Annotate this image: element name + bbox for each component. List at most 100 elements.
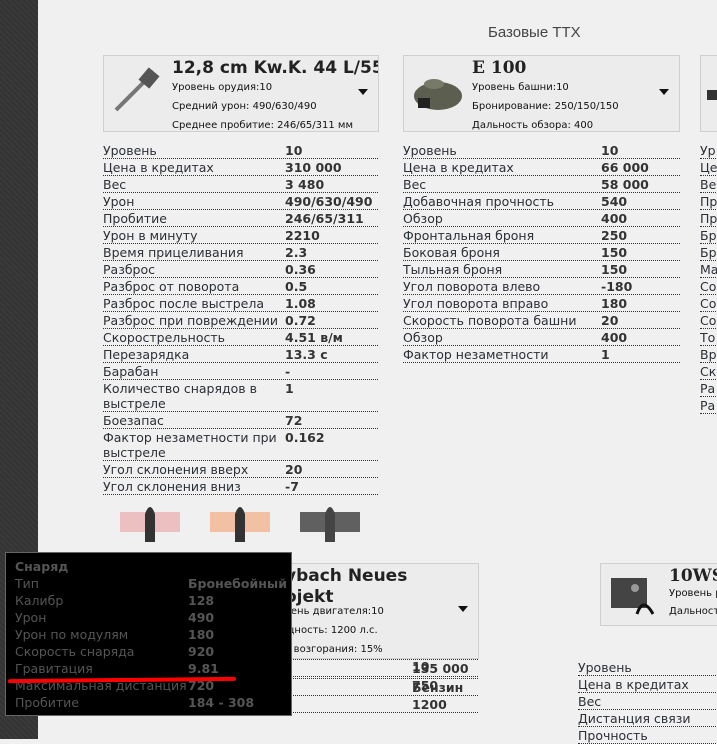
- gun-icon: [114, 67, 160, 112]
- stat-label: Тыльная броня: [403, 262, 503, 277]
- gun-name: 12,8 cm Kw.K. 44 L/55: [172, 58, 379, 78]
- stat-row: Урон 490/630/490: [103, 193, 378, 210]
- dropdown-arrow-icon[interactable]: [458, 606, 468, 612]
- tooltip-row: Гравитация 9.81: [15, 661, 291, 678]
- stat-label: Разброс после выстрела: [103, 296, 264, 311]
- stat-row: Скорострельность 4.51 в/м: [103, 329, 378, 346]
- stat-label: Уровень: [103, 143, 157, 158]
- stat-row: Обзор 400: [403, 329, 680, 346]
- stat-value: 20: [285, 462, 303, 477]
- stat-label: Перезарядка: [103, 347, 190, 362]
- stat-row: Барабан -: [103, 363, 378, 380]
- stat-value: 0.5: [285, 279, 308, 294]
- stat-value: -180: [601, 279, 633, 294]
- stat-label: Угол склонения вверх: [103, 462, 249, 477]
- stat-row: То: [700, 329, 717, 346]
- stat-row: Уровень 10: [103, 142, 378, 159]
- stat-row: Добавочная прочность 540: [403, 193, 680, 210]
- stat-value: 0.36: [285, 262, 316, 277]
- stat-row: Вес 3 480: [103, 176, 378, 193]
- stat-label: Цена в кредитах: [103, 160, 214, 175]
- tooltip-row: Пробитие 184 - 308: [15, 695, 291, 712]
- tooltip-row: Скорость снаряда 920: [15, 644, 291, 661]
- dropdown-arrow-icon[interactable]: [659, 89, 669, 95]
- stat-label: Уровень: [578, 660, 632, 675]
- stat-label: Со: [700, 313, 717, 328]
- stat-label: Прочность: [578, 728, 648, 743]
- stat-row: Вр: [700, 346, 717, 363]
- stat-row: Разброс при повреждении 0.72: [103, 312, 378, 329]
- stat-row: Со: [700, 312, 717, 329]
- radio-name: 10WS: [669, 566, 717, 586]
- stat-value: 1: [285, 381, 294, 396]
- stat-row: Прочность: [578, 727, 717, 744]
- radio-card[interactable]: 10WS Уровень р Дальност: [600, 563, 717, 626]
- stat-row: Це: [700, 159, 717, 176]
- stat-row: Перезарядка 13.3 с: [103, 346, 378, 363]
- stat-label: Обзор: [403, 330, 443, 345]
- stat-label: Угол поворота вправо: [403, 296, 549, 311]
- stat-value: 490/630/490: [285, 194, 373, 209]
- tooltip-label: Скорость снаряда: [15, 644, 135, 659]
- stat-label: Урон: [103, 194, 135, 209]
- gun-card[interactable]: 12,8 cm Kw.K. 44 L/55 Уровень орудия:10 …: [103, 55, 379, 132]
- engine-fire-chance: с возгорания: 15%: [285, 644, 383, 655]
- stat-label: Обзор: [403, 211, 443, 226]
- stat-row: Боезапас 72: [103, 412, 378, 429]
- stat-row: Ра: [700, 397, 717, 414]
- gun-level: Уровень орудия:10: [172, 82, 273, 93]
- stat-value: 250: [601, 228, 628, 243]
- dropdown-arrow-icon[interactable]: [358, 89, 368, 95]
- stat-row: Ма: [700, 261, 717, 278]
- stat-row: Угол склонения вниз -7: [103, 478, 378, 495]
- stat-value: 150: [601, 245, 628, 260]
- stat-label: Вес: [103, 177, 127, 192]
- stat-label: Со: [700, 296, 717, 311]
- stat-row: Тыльная броня 150: [403, 261, 680, 278]
- shell-apcr-icon[interactable]: [210, 500, 270, 545]
- shell-he-icon[interactable]: [300, 500, 360, 545]
- shell-ap-icon[interactable]: [120, 500, 180, 545]
- stat-value: 1.08: [285, 296, 316, 311]
- stat-row: Фактор незаметности при выстреле 0.162: [103, 429, 378, 461]
- stat-label: Ра: [700, 381, 716, 396]
- stat-value: 10: [285, 143, 303, 158]
- tooltip-row: Калибр 128: [15, 593, 291, 610]
- stat-value: 150: [601, 262, 628, 277]
- engine-level: вень двигателя:10: [285, 606, 384, 617]
- turret-armor: Бронирование: 250/150/150: [472, 101, 619, 112]
- stat-row: Угол склонения вверх 20: [103, 461, 378, 478]
- stat-value: -7: [285, 479, 299, 494]
- stat-value: 13.3 с: [285, 347, 328, 362]
- tooltip-value: 920: [188, 644, 215, 659]
- stat-label: Бр: [700, 228, 717, 243]
- turret-card[interactable]: E 100 Уровень башни:10 Бронирование: 250…: [403, 55, 680, 132]
- stat-value: 2.3: [285, 245, 308, 260]
- stat-label: Уровень: [403, 143, 457, 158]
- stat-label: Фактор незаметности при выстреле: [103, 430, 277, 460]
- stat-value: 58 000: [601, 177, 649, 192]
- stat-row: Вес: [578, 693, 717, 710]
- stat-row: Уровень: [578, 659, 717, 676]
- stat-value: 1: [601, 347, 610, 362]
- stat-label: Со: [700, 279, 717, 294]
- stat-value: 10: [601, 143, 619, 158]
- stat-row: Время прицеливания 2.3: [103, 244, 378, 261]
- stat-value: 4.51 в/м: [285, 330, 343, 345]
- stat-label: Ма: [700, 262, 717, 277]
- stat-value: 246/65/311: [285, 211, 364, 226]
- tooltip-header: Снаряд: [15, 559, 69, 574]
- stat-row: Цена в кредитах 66 000: [403, 159, 680, 176]
- hull-stats-table: Ур Це Ве Пр Пр Бр Бр Ма Со Со Со То Вр Ск Ра Ра: [700, 142, 717, 414]
- stat-row: Пр: [700, 210, 717, 227]
- stat-label: Урон в минуту: [103, 228, 198, 243]
- engine-power: щность: 1200 л.с.: [285, 625, 378, 636]
- hull-card[interactable]: [700, 55, 717, 132]
- engine-name: ybach Neues ojekt: [285, 566, 408, 607]
- hull-icon: [707, 90, 717, 100]
- stat-label: Угол склонения вниз: [103, 479, 241, 494]
- stat-row: Разброс после выстрела 1.08: [103, 295, 378, 312]
- stat-row: Ра: [700, 380, 717, 397]
- tooltip-row: Тип Бронебойный: [15, 576, 291, 593]
- tooltip-value: 184 - 308: [188, 695, 255, 710]
